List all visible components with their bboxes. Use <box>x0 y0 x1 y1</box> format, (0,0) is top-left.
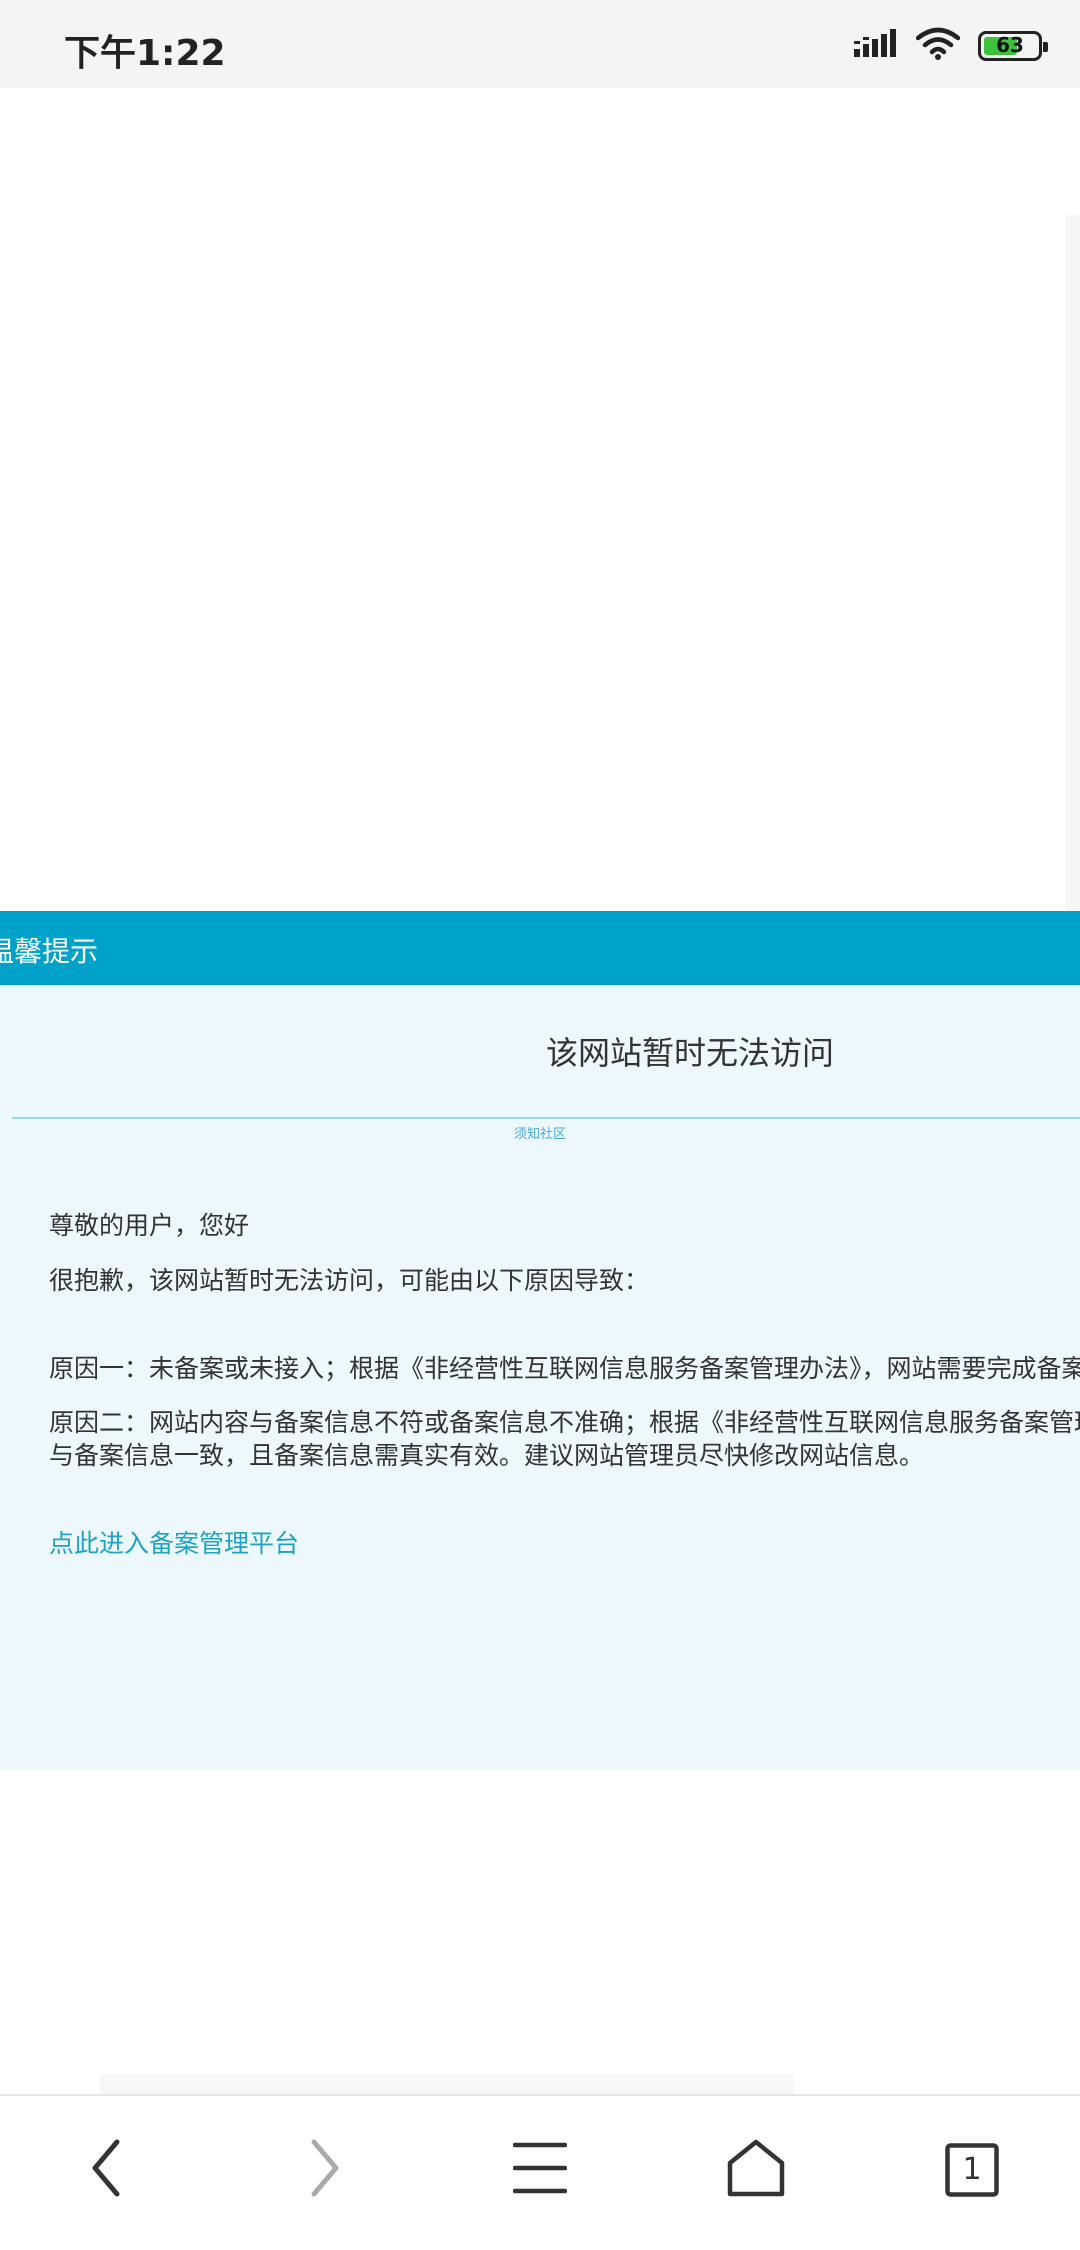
home-icon <box>726 2139 786 2201</box>
browser-bottom-nav: 1 <box>0 2094 1080 2250</box>
notice-title: 该网站暂时无法访问 <box>546 1034 835 1072</box>
battery-cap <box>1043 42 1048 52</box>
home-button[interactable] <box>716 2130 796 2210</box>
wifi-icon <box>915 26 961 66</box>
back-button[interactable] <box>67 2130 147 2210</box>
reason-two-line-1: 原因二：网站内容与备案信息不符或备案信息不准确；根据《非经营性互联网信息服务备案… <box>49 1408 1080 1437</box>
bottom-hint-bar <box>100 2074 794 2094</box>
notice-panel: 温馨提示 该网站暂时无法访问 须知社区 尊敬的用户，您好 很抱歉，该网站暂时无法… <box>0 911 1080 1770</box>
battery-icon: 63 <box>978 31 1048 61</box>
watermark-text: 须知社区 <box>514 1127 567 1142</box>
reason-two-line-2: 与备案信息一致，且备案信息需真实有效。建议网站管理员尽快修改网站信息。 <box>49 1441 925 1470</box>
menu-button[interactable] <box>500 2130 580 2210</box>
tabs-button[interactable]: 1 <box>932 2130 1012 2210</box>
greeting-text: 尊敬的用户，您好 <box>49 1211 250 1240</box>
notice-header-text: 温馨提示 <box>0 935 99 968</box>
signal-icon <box>854 29 898 63</box>
tab-count: 1 <box>962 2152 982 2187</box>
menu-icon <box>512 2141 568 2199</box>
tabs-icon: 1 <box>945 2143 999 2197</box>
notice-header: 温馨提示 <box>0 911 1080 985</box>
forward-icon <box>304 2138 344 2202</box>
apology-text: 很抱歉，该网站暂时无法访问，可能由以下原因导致： <box>49 1266 650 1295</box>
status-icons: 63 <box>854 26 1048 66</box>
forward-button[interactable] <box>284 2130 364 2210</box>
battery-level: 63 <box>996 33 1024 57</box>
filing-platform-link[interactable]: 点此进入备案管理平台 <box>49 1524 299 1560</box>
status-bar: 下午1:22 63 <box>0 0 1080 88</box>
back-icon <box>87 2138 127 2202</box>
reason-one-text: 原因一：未备案或未接入；根据《非经营性互联网信息服务备案管理办法》，网站需要完成… <box>49 1354 1080 1383</box>
status-time: 下午1:22 <box>64 33 226 74</box>
divider <box>12 1117 1080 1119</box>
